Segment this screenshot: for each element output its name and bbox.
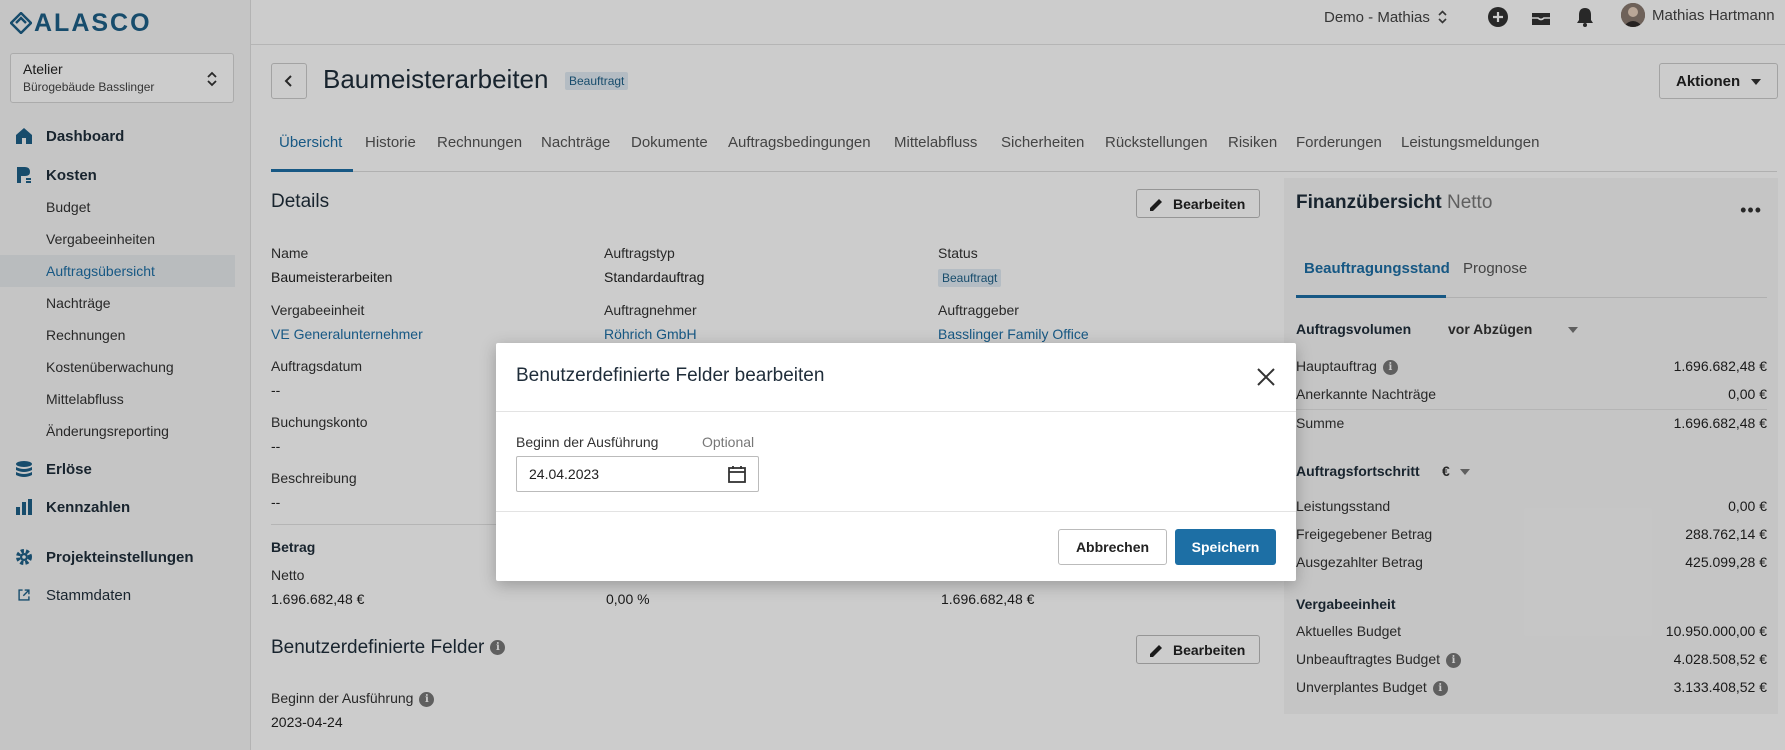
start-date-label: Beginn der Ausführung: [516, 434, 659, 450]
calendar-icon[interactable]: [727, 464, 747, 484]
optional-label: Optional: [702, 434, 755, 450]
start-date-input[interactable]: [516, 456, 759, 492]
close-icon[interactable]: [1256, 367, 1276, 387]
dialog-title: Benutzerdefinierte Felder bearbeiten: [516, 365, 825, 386]
divider: [496, 411, 1296, 412]
cancel-button[interactable]: Abbrechen: [1058, 529, 1167, 565]
save-button[interactable]: Speichern: [1175, 529, 1276, 565]
edit-custom-fields-dialog: Benutzerdefinierte Felder bearbeiten Beg…: [496, 343, 1296, 581]
divider: [496, 511, 1296, 512]
